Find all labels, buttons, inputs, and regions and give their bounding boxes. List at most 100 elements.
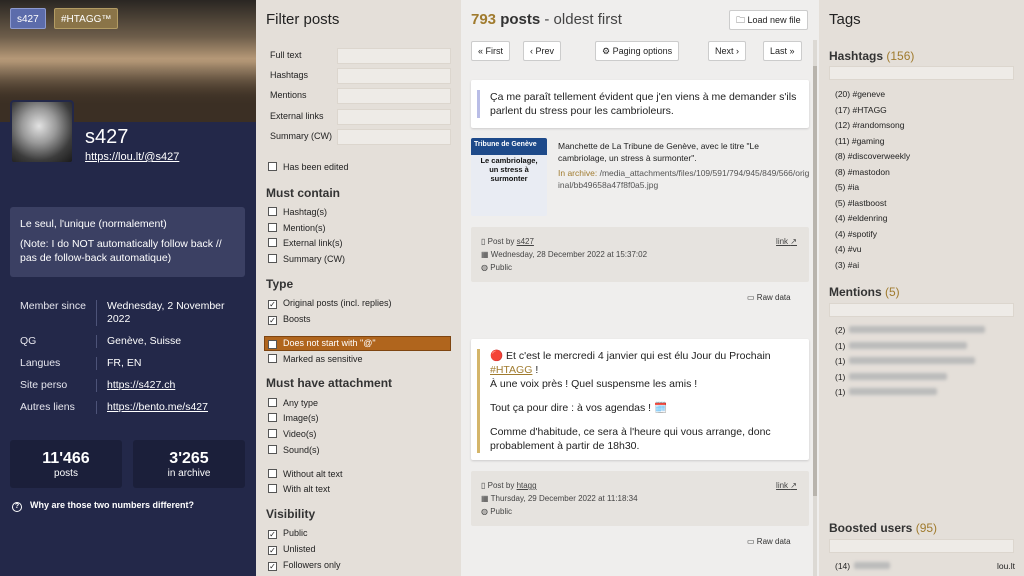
- account-tab-s427[interactable]: s427: [10, 8, 46, 29]
- next-page-button[interactable]: Next ›: [708, 41, 747, 61]
- checkbox-label: Has been edited: [283, 162, 349, 172]
- checkbox-box[interactable]: [268, 484, 277, 493]
- checkbox-box[interactable]: [268, 207, 277, 216]
- image-title: Tribune de Genève: [474, 141, 537, 148]
- hashtag-item[interactable]: (20) #geneve: [835, 87, 910, 103]
- links-input[interactable]: [337, 109, 451, 125]
- filter-hashtags: Hashtags: [270, 67, 451, 84]
- checkbox-label: With alt text: [283, 484, 331, 494]
- unlisted-checkbox[interactable]: ✓ Unlisted: [268, 542, 316, 556]
- mention-item[interactable]: (1): [835, 385, 985, 401]
- checkbox-box[interactable]: ✓: [268, 530, 277, 539]
- boosts-checkbox[interactable]: ✓ Boosts: [268, 312, 311, 326]
- hashtag-item[interactable]: (4) #spotify: [835, 227, 910, 243]
- hashtag-item[interactable]: (5) #lastboost: [835, 196, 910, 212]
- why-numbers-link[interactable]: ? Why are those two numbers different?: [12, 500, 194, 512]
- checkbox-box[interactable]: ✓: [268, 546, 277, 555]
- prev-label: Prev: [535, 46, 555, 56]
- visibility-line: ◍ Public: [481, 263, 512, 272]
- profile-link[interactable]: https://lou.lt/@s427: [85, 151, 179, 163]
- contain-mentions-checkbox[interactable]: Mention(s): [268, 221, 326, 235]
- post-image[interactable]: Tribune de Genève Le cambriolage, un str…: [471, 138, 547, 216]
- checkbox-box[interactable]: [268, 238, 277, 247]
- checkbox-box[interactable]: [268, 413, 277, 422]
- followers-checkbox[interactable]: ✓ Followers only: [268, 558, 341, 572]
- hashtag-link[interactable]: #HTAGG: [490, 364, 532, 376]
- mention-item[interactable]: (2): [835, 323, 986, 339]
- not-start-at-checkbox[interactable]: ✓ Does not start with "@": [268, 336, 376, 350]
- post-link[interactable]: link ↗: [776, 237, 797, 246]
- checkbox-box[interactable]: ✓: [268, 316, 277, 325]
- summary-input[interactable]: [337, 129, 451, 145]
- mention-filter-input[interactable]: [829, 303, 1014, 317]
- scrollbar-thumb[interactable]: [813, 66, 817, 496]
- checkbox-box[interactable]: [268, 469, 277, 478]
- videos-checkbox[interactable]: Video(s): [268, 427, 316, 441]
- hashtags-input[interactable]: [337, 68, 451, 84]
- contain-summary-checkbox[interactable]: Summary (CW): [268, 252, 345, 266]
- contain-hashtags-checkbox[interactable]: Hashtag(s): [268, 205, 327, 219]
- hashtag-item[interactable]: (5) #ia: [835, 180, 910, 196]
- without-alt-checkbox[interactable]: Without alt text: [268, 467, 343, 481]
- last-page-button[interactable]: Last »: [763, 41, 802, 61]
- boosted-domain: lou.lt: [997, 561, 1015, 571]
- post-author[interactable]: s427: [517, 237, 534, 246]
- load-file-button[interactable]: 🗀 Load new file: [729, 10, 808, 30]
- mentions-input[interactable]: [337, 88, 451, 104]
- images-checkbox[interactable]: Image(s): [268, 411, 319, 425]
- archive-label: in archive: [167, 468, 211, 479]
- account-tab-htagg[interactable]: #HTAGG™: [54, 8, 119, 29]
- hashtag-item[interactable]: (17) #HTAGG: [835, 103, 910, 119]
- edited-checkbox[interactable]: Has been edited: [268, 160, 349, 174]
- checkbox-box[interactable]: [268, 429, 277, 438]
- checkbox-box[interactable]: [268, 354, 277, 363]
- any-type-checkbox[interactable]: Any type: [268, 396, 318, 410]
- contain-links-checkbox[interactable]: External link(s): [268, 236, 343, 250]
- post-author[interactable]: htagg: [517, 481, 537, 490]
- post-link[interactable]: link ↗: [776, 481, 797, 490]
- sensitive-checkbox[interactable]: Marked as sensitive: [268, 352, 363, 366]
- raw-data-button[interactable]: ▭ Raw data: [747, 293, 791, 302]
- boosted-filter-input[interactable]: [829, 539, 1014, 553]
- hashtag-item[interactable]: (12) #randomsong: [835, 118, 910, 134]
- checkbox-box[interactable]: ✓: [268, 562, 277, 571]
- mention-count: (1): [835, 340, 846, 351]
- hashtag-item[interactable]: (8) #mastodon: [835, 165, 910, 181]
- hashtag-list: (20) #geneve (17) #HTAGG (12) #randomson…: [835, 87, 910, 273]
- original-posts-checkbox[interactable]: ✓ Original posts (incl. replies): [268, 296, 392, 310]
- post-content: 🔴 Et c'est le mercredi 4 janvier qui est…: [471, 339, 809, 460]
- public-checkbox[interactable]: ✓ Public: [268, 526, 308, 540]
- hashtag-item[interactable]: (8) #discoverweekly: [835, 149, 910, 165]
- hashtag-item[interactable]: (3) #ai: [835, 258, 910, 274]
- mention-item[interactable]: (1): [835, 339, 985, 355]
- checkbox-label: Summary (CW): [283, 254, 345, 264]
- with-alt-checkbox[interactable]: With alt text: [268, 482, 330, 496]
- checkbox-box[interactable]: ✓: [268, 340, 277, 349]
- external-link-icon: ↗: [790, 481, 797, 490]
- checkbox-box[interactable]: [268, 223, 277, 232]
- fulltext-input[interactable]: [337, 48, 451, 64]
- post-line: 🔴 Et c'est le mercredi 4 janvier qui est…: [490, 349, 797, 377]
- external-link-icon: ↗: [790, 237, 797, 246]
- checkbox-box[interactable]: [268, 162, 277, 171]
- folder-icon: 🗀: [736, 15, 746, 25]
- type-heading: Type: [266, 277, 294, 291]
- raw-data-button[interactable]: ▭ Raw data: [747, 537, 791, 546]
- mention-item[interactable]: (1): [835, 370, 985, 386]
- paging-options-button[interactable]: ⚙ Paging options: [595, 41, 680, 61]
- hashtag-item[interactable]: (4) #vu: [835, 242, 910, 258]
- hashtag-item[interactable]: (4) #eldenring: [835, 211, 910, 227]
- checkbox-box[interactable]: [268, 254, 277, 263]
- field-link[interactable]: https://s427.ch: [96, 379, 250, 392]
- boosted-item[interactable]: (14) lou.lt: [835, 559, 1015, 575]
- hashtag-filter-input[interactable]: [829, 66, 1014, 80]
- checkbox-box[interactable]: ✓: [268, 300, 277, 309]
- prev-page-button[interactable]: ‹ Prev: [523, 41, 562, 61]
- first-page-button[interactable]: « First: [471, 41, 511, 61]
- mention-item[interactable]: (1): [835, 354, 985, 370]
- field-link[interactable]: https://bento.me/s427: [96, 401, 250, 414]
- sounds-checkbox[interactable]: Sound(s): [268, 443, 320, 457]
- checkbox-box[interactable]: [268, 445, 277, 454]
- hashtag-item[interactable]: (11) #gaming: [835, 134, 910, 150]
- checkbox-box[interactable]: [268, 398, 277, 407]
